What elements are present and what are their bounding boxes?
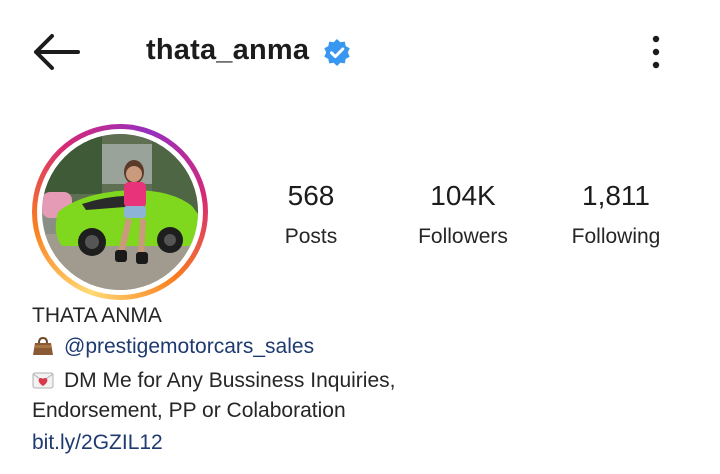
- following-count: 1,811: [582, 180, 650, 211]
- followers-count: 104K: [430, 180, 496, 211]
- profile-full-name: THATA ANMA: [32, 304, 162, 327]
- profile-avatar[interactable]: [32, 124, 208, 300]
- bio-text-1: DM Me for Any Bussiness Inquiries,: [64, 369, 396, 392]
- verified-badge-icon: [322, 38, 352, 68]
- back-button[interactable]: [30, 32, 82, 72]
- following-stat[interactable]: 1,811 Following: [551, 180, 681, 250]
- more-vertical-icon: [652, 35, 660, 69]
- bio-line-2: Endorsement, PP or Colaboration: [32, 399, 346, 422]
- handbag-icon: [33, 336, 53, 355]
- arrow-left-icon: [34, 34, 80, 70]
- bio-line-1: DM Me for Any Bussiness Inquiries,: [32, 368, 395, 394]
- posts-stat[interactable]: 568 Posts: [246, 180, 376, 250]
- bio-website-link[interactable]: bit.ly/2GZIL12: [32, 430, 163, 456]
- more-options-button[interactable]: [642, 32, 670, 72]
- followers-label: Followers: [418, 225, 508, 248]
- followers-stat[interactable]: 104K Followers: [398, 180, 528, 250]
- mention-link[interactable]: @prestigemotorcars_sales: [64, 335, 314, 358]
- following-label: Following: [571, 225, 661, 248]
- posts-label: Posts: [284, 225, 338, 248]
- story-ring: [32, 124, 208, 300]
- bio-mention-line: @prestigemotorcars_sales: [32, 334, 314, 360]
- posts-count: 568: [287, 180, 335, 211]
- profile-username: thata_anma: [146, 34, 310, 66]
- love-letter-icon: [32, 372, 54, 389]
- avatar-photo: [42, 134, 198, 290]
